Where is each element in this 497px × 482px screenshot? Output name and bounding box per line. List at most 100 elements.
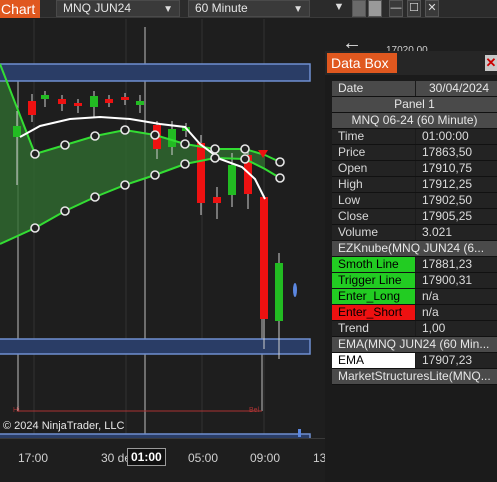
panel-label: Panel 1	[332, 97, 497, 112]
ezknube-label: Smoth Line	[332, 257, 415, 272]
session-marker-end: Bel	[249, 407, 260, 414]
signal-marker	[293, 283, 297, 297]
line-marker-dot	[30, 149, 40, 159]
ema-row: EMA 17907,23	[332, 353, 497, 369]
market-structures-header: MarketStructuresLite(MNQ...	[332, 369, 497, 384]
line-marker-dot	[150, 170, 160, 180]
price-chart[interactable]: Hi Bel © 2024 NinjaTrader, LLC	[0, 19, 330, 438]
line-marker-dot	[275, 157, 285, 167]
candle-body	[228, 165, 236, 195]
ezknube-value: n/a	[416, 289, 497, 304]
session-marker-start: Hi	[13, 407, 20, 414]
line-marker-dot	[90, 131, 100, 141]
ohlc-row: Close 17905,25	[332, 209, 497, 225]
time-label: 17:00	[18, 451, 49, 465]
ohlc-value: 17910,75	[416, 161, 497, 176]
line-marker-dot	[240, 144, 250, 154]
ezknube-row: Enter_Long n/a	[332, 289, 497, 305]
candle-body	[197, 143, 205, 203]
time-label: 05:00	[188, 451, 219, 465]
window-layout-button[interactable]	[352, 0, 366, 17]
data-box-panel: Data Box ✕ Date 30/04/2024 Panel 1 MNQ 0…	[325, 51, 497, 482]
ezknube-header: EZKnube(MNQ JUN24 (6...	[332, 241, 497, 256]
candle-body	[168, 129, 176, 147]
candle-body	[58, 99, 66, 104]
ezknube-row: Enter_Short n/a	[332, 305, 497, 321]
ohlc-row: High 17912,25	[332, 177, 497, 193]
ezknube-value: n/a	[416, 305, 497, 320]
ezknube-row: Trend 1,00	[332, 321, 497, 337]
minimize-button[interactable]: —	[389, 0, 403, 17]
panel-row: Panel 1	[332, 97, 497, 113]
line-marker-dot	[210, 144, 220, 154]
maximize-button[interactable]: ☐	[407, 0, 421, 17]
line-marker-dot	[180, 159, 190, 169]
ezknube-label: Enter_Long	[332, 289, 415, 304]
ohlc-value: 17863,50	[416, 145, 497, 160]
ohlc-value: 17902,50	[416, 193, 497, 208]
window-layout-button-alt[interactable]	[368, 0, 382, 17]
instrument-label: MNQ JUN24	[63, 1, 132, 15]
ohlc-row: Open 17910,75	[332, 161, 497, 177]
candle-body	[260, 197, 268, 319]
series-header-row: MNQ 06-24 (60 Minute)	[332, 113, 497, 129]
ezknube-value: 1,00	[416, 321, 497, 336]
supply-zone	[0, 63, 311, 82]
chevron-down-icon: ▼	[163, 4, 173, 15]
ema-value: 17907,23	[416, 353, 497, 368]
date-label: Date	[332, 81, 415, 96]
ohlc-value: 01:00:00	[416, 129, 497, 144]
ema-header: EMA(MNQ JUN24 (60 Min...	[332, 337, 497, 352]
ohlc-label: Close	[332, 209, 415, 224]
line-marker-dot	[30, 223, 40, 233]
candle-body	[28, 101, 36, 115]
candlestick-series	[13, 91, 283, 359]
ezknube-row: Smoth Line 17881,23	[332, 257, 497, 273]
ohlc-label: Time	[332, 129, 415, 144]
ohlc-label: Volume	[332, 225, 415, 240]
ohlc-value: 17905,25	[416, 209, 497, 224]
data-box-title[interactable]: Data Box	[327, 53, 397, 73]
candle-body	[136, 101, 144, 105]
ezknube-header-row: EZKnube(MNQ JUN24 (6...	[332, 241, 497, 257]
line-marker-dot	[210, 153, 220, 163]
ohlc-label: Low	[332, 193, 415, 208]
data-box-header: Data Box ✕	[325, 51, 497, 75]
date-value: 30/04/2024	[416, 81, 497, 96]
line-marker-dot	[60, 140, 70, 150]
candle-body	[105, 99, 113, 103]
line-marker-dot	[150, 130, 160, 140]
scroll-marker	[298, 429, 301, 437]
data-box-close-button[interactable]: ✕	[485, 55, 497, 71]
instrument-selector[interactable]: MNQ JUN24 ▼	[56, 0, 180, 17]
ohlc-label: High	[332, 177, 415, 192]
market-structures-header-row: MarketStructuresLite(MNQ...	[332, 369, 497, 385]
ema-header-row: EMA(MNQ JUN24 (60 Min...	[332, 337, 497, 353]
line-marker-dot	[120, 125, 130, 135]
ezknube-value: 17900,31	[416, 273, 497, 288]
candle-body	[90, 96, 98, 107]
ohlc-row: Low 17902,50	[332, 193, 497, 209]
candle-body	[41, 95, 49, 99]
ezknube-label: Trend	[332, 321, 415, 336]
ohlc-label: Open	[332, 161, 415, 176]
data-box-rows: Date 30/04/2024 Panel 1 MNQ 06-24 (60 Mi…	[332, 81, 497, 385]
back-arrow-icon[interactable]: ←	[342, 33, 362, 53]
time-label: 09:00	[250, 451, 281, 465]
crosshair-time-label: 01:00	[127, 448, 166, 466]
close-window-button[interactable]: ✕	[425, 0, 439, 17]
chart-tab[interactable]: Chart	[0, 0, 40, 18]
interval-selector[interactable]: 60 Minute ▼	[188, 0, 310, 17]
ezknube-value: 17881,23	[416, 257, 497, 272]
ezknube-label: Trigger Line	[332, 273, 415, 288]
candle-body	[74, 103, 82, 106]
window-menu-button[interactable]: ▼	[330, 0, 348, 17]
chart-canvas[interactable]: Hi Bel	[0, 19, 330, 438]
time-axis[interactable]: 17:00 30 de 01:00 05:00 09:00 13	[0, 438, 330, 482]
ohlc-value: 3.021	[416, 225, 497, 240]
ezknube-row: Trigger Line 17900,31	[332, 273, 497, 289]
ohlc-label: Price	[332, 145, 415, 160]
candle-body	[13, 126, 21, 137]
line-marker-dot	[275, 173, 285, 183]
ohlc-row: Price 17863,50	[332, 145, 497, 161]
